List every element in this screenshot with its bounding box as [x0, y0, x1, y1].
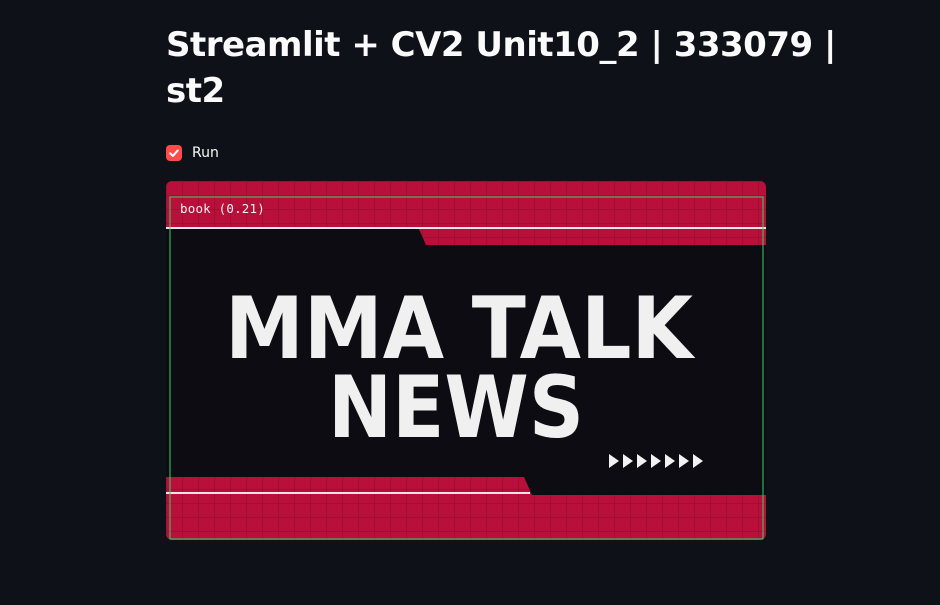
run-checkbox-label: Run [192, 145, 219, 161]
video-frame: MMA TALK NEWS [166, 181, 766, 540]
video-frame-image: MMA TALK NEWS [166, 181, 766, 540]
page-title: Streamlit + CV2 Unit10_2 | 333079 | st2 [166, 25, 836, 111]
detection-label: book (0.21) [180, 201, 265, 216]
headline-line2: NEWS [328, 358, 584, 458]
checkbox-checked-icon[interactable] [166, 145, 182, 161]
run-checkbox[interactable]: Run [166, 143, 219, 163]
